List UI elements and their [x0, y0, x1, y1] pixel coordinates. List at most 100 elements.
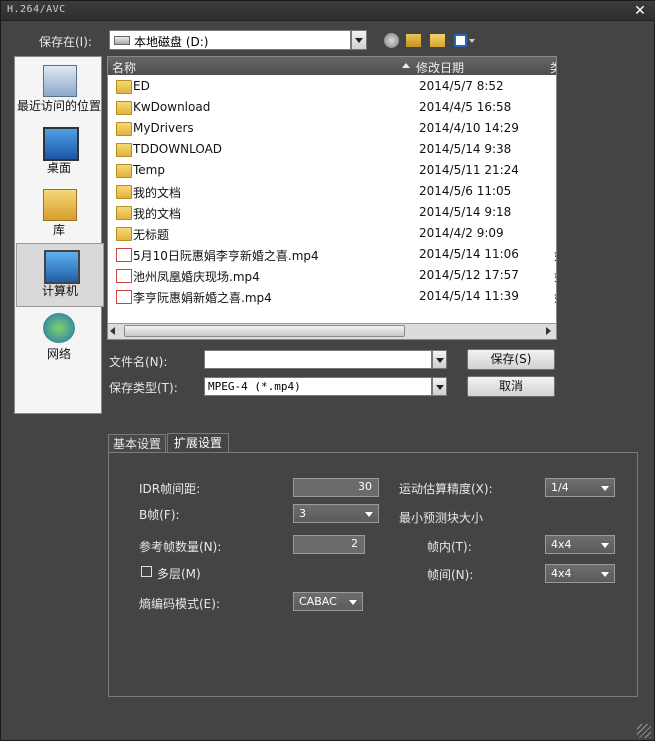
intra-select[interactable]: 4x4	[545, 535, 615, 554]
table-row[interactable]: 我的文档 2014/5/14 9:18	[108, 202, 556, 223]
scroll-right-icon[interactable]	[546, 327, 551, 335]
file-name: ED	[133, 79, 150, 93]
folder-icon	[116, 80, 132, 94]
close-button[interactable]: ✕	[629, 1, 651, 21]
place-label: 最近访问的位置	[16, 99, 101, 113]
place-libraries[interactable]: 库	[16, 183, 102, 245]
horizontal-scrollbar[interactable]	[108, 323, 556, 339]
file-date: 2014/5/14 11:06	[419, 247, 519, 261]
scroll-left-icon[interactable]	[110, 327, 115, 335]
file-date: 2014/4/5 16:58	[419, 100, 512, 114]
chevron-down-icon	[435, 357, 444, 363]
table-row[interactable]: MyDrivers 2014/4/10 14:29	[108, 118, 556, 139]
filetype-dropdown-button[interactable]	[432, 377, 447, 396]
column-date-header[interactable]: 修改日期	[416, 59, 464, 76]
place-computer[interactable]: 计算机	[16, 243, 104, 307]
folder-icon	[116, 101, 132, 115]
folder-icon	[116, 185, 132, 199]
motion-precision-label: 运动估算精度(X):	[399, 482, 493, 496]
scroll-thumb[interactable]	[124, 325, 405, 337]
b-frame-value: 3	[299, 507, 306, 520]
motion-precision-select[interactable]: 1/4	[545, 478, 615, 497]
drive-icon	[114, 36, 130, 45]
ref-frames-label: 参考帧数量(N):	[139, 540, 222, 554]
title-bar[interactable]: H.264/AVC ✕	[1, 1, 655, 21]
place-recent[interactable]: 最近访问的位置	[16, 59, 102, 121]
idr-interval-label: IDR帧间距:	[139, 482, 201, 496]
file-date: 2014/5/6 11:05	[419, 184, 512, 198]
up-folder-icon[interactable]	[406, 34, 421, 47]
entropy-mode-label: 熵编码模式(E):	[139, 597, 220, 611]
sort-ascending-icon	[402, 63, 410, 68]
back-icon[interactable]	[384, 33, 399, 48]
file-name: KwDownload	[133, 100, 211, 114]
file-name: MyDrivers	[133, 121, 194, 135]
place-label: 桌面	[46, 161, 71, 175]
table-row[interactable]: 池州凤凰婚庆现场.mp4 2014/5/12 17:57 如	[108, 265, 556, 286]
table-row[interactable]: 李亨阮惠娟新婚之喜.mp4 2014/5/14 11:39 如	[108, 286, 556, 307]
table-row[interactable]: TDDOWNLOAD 2014/5/14 9:38	[108, 139, 556, 160]
table-row[interactable]: 我的文档 2014/5/6 11:05	[108, 181, 556, 202]
save-in-dropdown-button[interactable]	[351, 30, 367, 50]
multilayer-checkbox[interactable]	[141, 566, 152, 577]
inter-value: 4x4	[551, 567, 572, 580]
file-date: 2014/5/14 11:39	[419, 289, 519, 303]
tab-basic-settings[interactable]: 基本设置	[108, 434, 166, 453]
folder-icon	[116, 122, 132, 136]
b-frame-select[interactable]: 3	[293, 504, 379, 523]
file-name: 5月10日阮惠娟李亨新婚之喜.mp4	[133, 249, 319, 263]
b-frame-label: B帧(F):	[139, 508, 180, 522]
save-in-combo[interactable]: 本地磁盘 (D:)	[109, 30, 351, 50]
intra-label: 帧内(T):	[427, 540, 472, 554]
new-folder-icon[interactable]	[430, 34, 445, 47]
column-type-header[interactable]: 类	[550, 59, 556, 76]
chevron-down-icon	[601, 486, 609, 491]
file-type: 如	[554, 247, 556, 264]
filetype-select[interactable]: MPEG-4 (*.mp4)	[204, 377, 432, 396]
place-label: 库	[52, 223, 65, 237]
entropy-mode-select[interactable]: CABAC	[293, 592, 363, 611]
video-file-icon	[116, 248, 132, 262]
column-name-header[interactable]: 名称	[112, 59, 136, 76]
filename-input[interactable]	[204, 350, 432, 369]
table-row[interactable]: Temp 2014/5/11 21:24	[108, 160, 556, 181]
table-row[interactable]: KwDownload 2014/4/5 16:58	[108, 97, 556, 118]
file-name: 我的文档	[133, 186, 182, 200]
computer-icon	[44, 250, 80, 284]
place-label: 计算机	[41, 284, 78, 298]
file-date: 2014/5/14 9:38	[419, 142, 512, 156]
file-name: 我的文档	[133, 207, 182, 221]
file-list[interactable]: 名称 修改日期 类 ED 2014/5/7 8:52 KwDownload 2014/…	[107, 56, 557, 340]
folder-icon	[116, 206, 132, 220]
recent-places-icon	[43, 65, 77, 97]
table-row[interactable]: 5月10日阮惠娟李亨新婚之喜.mp4 2014/5/14 11:06 如	[108, 244, 556, 265]
file-type: 如	[554, 268, 556, 285]
chevron-down-icon	[601, 572, 609, 577]
save-button[interactable]: 保存(S)	[467, 349, 555, 370]
filename-label: 文件名(N):	[109, 355, 168, 369]
library-icon	[43, 189, 77, 221]
view-menu-icon[interactable]	[454, 34, 467, 47]
folder-icon	[116, 143, 132, 157]
view-dropdown-icon[interactable]	[469, 39, 475, 43]
motion-precision-value: 1/4	[551, 481, 569, 494]
tab-advanced-settings[interactable]: 扩展设置	[167, 433, 229, 453]
multilayer-label: 多层(M)	[157, 567, 201, 581]
table-row[interactable]: ED 2014/5/7 8:52	[108, 76, 556, 97]
ref-frames-input[interactable]: 2	[293, 535, 365, 554]
table-row[interactable]: 无标题 2014/4/2 9:09	[108, 223, 556, 244]
file-name: 无标题	[133, 228, 170, 242]
cancel-button[interactable]: 取消	[467, 376, 555, 397]
place-network[interactable]: 网络	[16, 307, 102, 369]
file-type: 如	[554, 289, 556, 306]
advanced-settings-panel: IDR帧间距: 30 B帧(F): 3 参考帧数量(N): 2 多层(M) 熵编…	[108, 452, 638, 697]
inter-select[interactable]: 4x4	[545, 564, 615, 583]
save-in-value: 本地磁盘 (D:)	[134, 35, 209, 49]
place-desktop[interactable]: 桌面	[16, 121, 102, 183]
idr-interval-input[interactable]: 30	[293, 478, 379, 497]
video-file-icon	[116, 290, 132, 304]
resize-grip[interactable]	[637, 724, 651, 738]
folder-icon	[116, 227, 132, 241]
filename-dropdown-button[interactable]	[432, 350, 447, 369]
file-date: 2014/5/12 17:57	[419, 268, 519, 282]
